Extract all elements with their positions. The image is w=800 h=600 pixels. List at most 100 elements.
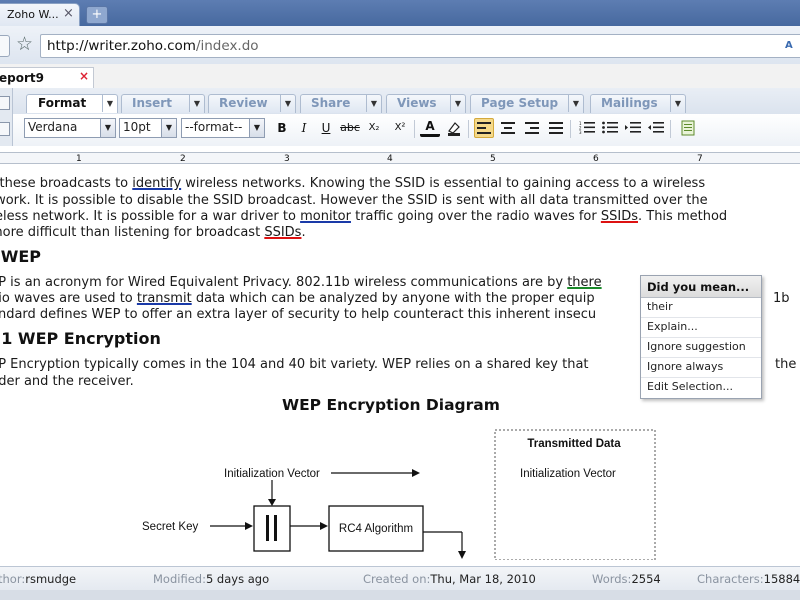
browser-tab[interactable]: Zoho W... × bbox=[0, 3, 80, 27]
para3-line1-end: the bbox=[775, 357, 797, 372]
menu-item-explain[interactable]: Explain... bbox=[641, 317, 761, 338]
left-side-panel bbox=[0, 88, 13, 146]
italic-button[interactable]: I bbox=[294, 118, 314, 138]
menu-item-ignore-always[interactable]: Ignore always bbox=[641, 357, 761, 378]
grammar-flag[interactable]: identify bbox=[132, 176, 181, 191]
bullet-list-icon[interactable] bbox=[600, 118, 620, 138]
toolbar-extension-label[interactable]: A bbox=[785, 40, 793, 51]
align-right-icon[interactable] bbox=[522, 118, 542, 138]
chevron-down-icon: ▼ bbox=[100, 119, 115, 137]
status-bar: thor:rsmudge Modified:5 days ago Created… bbox=[0, 566, 800, 591]
close-tab-icon[interactable]: × bbox=[63, 6, 74, 21]
highlight-color-icon[interactable] bbox=[444, 118, 464, 138]
panel-toggle-icon[interactable] bbox=[0, 96, 10, 110]
spelling-flag[interactable]: SSIDs bbox=[601, 209, 638, 224]
spelling-flag[interactable]: SSIDs bbox=[264, 225, 301, 240]
page-icon[interactable] bbox=[678, 118, 698, 138]
grammar-flag[interactable]: there bbox=[567, 275, 601, 290]
superscript-button[interactable]: X² bbox=[390, 118, 410, 138]
tab-review-label: Review bbox=[219, 96, 268, 110]
text-run: . bbox=[301, 225, 306, 240]
para3-line1: EP Encryption typically comes in the 104… bbox=[0, 357, 589, 372]
new-tab-button[interactable]: + bbox=[86, 6, 108, 24]
format-style-select[interactable]: --format-- ▼ bbox=[181, 118, 265, 138]
ruler[interactable]: 1 2 3 4 5 6 7 bbox=[0, 146, 800, 169]
chevron-down-icon[interactable]: ▼ bbox=[670, 95, 685, 112]
font-family-value: Verdana bbox=[28, 120, 78, 134]
chevron-down-icon[interactable]: ▼ bbox=[568, 95, 583, 112]
panel-toggle-icon[interactable] bbox=[0, 122, 10, 136]
font-size-value: 10pt bbox=[123, 120, 151, 134]
bookmark-star-icon[interactable]: ☆ bbox=[16, 33, 33, 55]
para1-line4: more difficult than listening for broadc… bbox=[0, 225, 306, 240]
browser-tab-title: Zoho W... bbox=[7, 8, 59, 21]
indent-icon[interactable] bbox=[623, 118, 643, 138]
align-center-icon[interactable] bbox=[498, 118, 518, 138]
font-color-button[interactable]: A bbox=[420, 118, 440, 137]
grammar-flag[interactable]: transmit bbox=[137, 291, 192, 306]
url-text: http://writer.zoho.com/index.do bbox=[47, 38, 259, 54]
editor-menu-tabs: Format ▼ Insert ▼ Review ▼ Share ▼ Views… bbox=[0, 88, 800, 114]
toolbar-divider bbox=[670, 120, 671, 138]
concat-block bbox=[253, 505, 291, 552]
font-family-select[interactable]: Verdana ▼ bbox=[24, 118, 116, 138]
align-left-icon[interactable] bbox=[474, 118, 494, 138]
tab-page-setup[interactable]: Page Setup ▼ bbox=[470, 94, 584, 113]
window-bottom-edge bbox=[0, 590, 800, 600]
outdent-icon[interactable] bbox=[646, 118, 666, 138]
ruler-tick: 4 bbox=[387, 154, 393, 164]
document-tab[interactable]: eport9 × bbox=[0, 67, 94, 89]
section-heading: 2 WEP bbox=[0, 247, 42, 266]
document-tab-bar: eport9 × bbox=[0, 64, 800, 89]
tab-format[interactable]: Format ▼ bbox=[26, 94, 118, 113]
wep-encryption-diagram: Transmitted Data Initialization Vector I… bbox=[142, 429, 656, 560]
text-run: traffic going over the radio waves for bbox=[350, 209, 601, 224]
spell-suggestion-popup: Did you mean... their Explain... Ignore … bbox=[640, 275, 762, 399]
subscript-button[interactable]: X₂ bbox=[364, 118, 384, 138]
chevron-down-icon[interactable]: ▼ bbox=[189, 95, 204, 112]
tab-insert[interactable]: Insert ▼ bbox=[121, 94, 205, 113]
address-bar[interactable]: http://writer.zoho.com/index.do bbox=[40, 34, 800, 58]
ruler-tick: 5 bbox=[490, 154, 496, 164]
arrow-head-icon bbox=[320, 522, 328, 530]
text-run: data which can be analyzed by anyone wit… bbox=[191, 291, 595, 306]
chevron-down-icon: ▼ bbox=[249, 119, 264, 137]
ruler-tick: 7 bbox=[697, 154, 703, 164]
bold-button[interactable]: B bbox=[272, 118, 292, 138]
rc4-label: RC4 Algorithm bbox=[339, 523, 413, 535]
status-value: 5 days ago bbox=[205, 572, 270, 586]
menu-item-edit-selection[interactable]: Edit Selection... bbox=[641, 377, 761, 397]
align-justify-icon[interactable] bbox=[546, 118, 566, 138]
underline-button[interactable]: U bbox=[316, 118, 336, 138]
status-key: Characters: bbox=[697, 572, 764, 586]
toolbar-divider bbox=[414, 120, 415, 138]
chevron-down-icon[interactable]: ▼ bbox=[450, 95, 465, 112]
tab-review[interactable]: Review ▼ bbox=[208, 94, 296, 113]
numbered-list-icon[interactable]: 123 bbox=[577, 118, 597, 138]
chevron-down-icon[interactable]: ▼ bbox=[102, 95, 117, 112]
tab-share-label: Share bbox=[311, 96, 351, 110]
ruler-bar: 1 2 3 4 5 6 7 bbox=[0, 152, 800, 164]
status-author: thor:rsmudge bbox=[0, 572, 76, 586]
toolbar-divider bbox=[570, 120, 571, 138]
grammar-flag[interactable]: monitor bbox=[300, 209, 351, 224]
menu-item-ignore-suggestion[interactable]: Ignore suggestion bbox=[641, 337, 761, 358]
tab-share[interactable]: Share ▼ bbox=[300, 94, 382, 113]
font-size-select[interactable]: 10pt ▼ bbox=[119, 118, 177, 138]
text-run: dio waves are used to bbox=[0, 291, 137, 306]
arrow-head-icon bbox=[412, 469, 420, 477]
url-path: /index.do bbox=[195, 38, 259, 54]
chevron-down-icon[interactable]: ▼ bbox=[366, 95, 381, 112]
tab-views[interactable]: Views ▼ bbox=[386, 94, 466, 113]
forward-button[interactable] bbox=[0, 35, 10, 57]
chevron-down-icon[interactable]: ▼ bbox=[280, 95, 295, 112]
tab-mailings[interactable]: Mailings ▼ bbox=[590, 94, 686, 113]
close-document-icon[interactable]: × bbox=[79, 69, 89, 83]
para2-line3: andard defines WEP to offer an extra lay… bbox=[0, 307, 597, 322]
menu-item-label: Explain... bbox=[647, 320, 698, 333]
suggestion-their[interactable]: their bbox=[641, 297, 761, 318]
document-tab-title: eport9 bbox=[0, 71, 44, 85]
arrow-head-icon bbox=[268, 499, 276, 506]
strikethrough-button[interactable]: abc bbox=[340, 118, 360, 138]
browser-navigation-bar: ☆ http://writer.zoho.com/index.do bbox=[0, 26, 800, 65]
